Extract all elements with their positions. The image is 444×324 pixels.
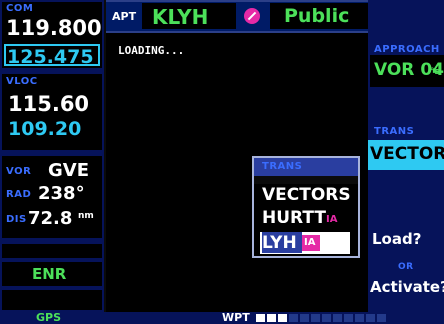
- public-airport-icon-bar: [247, 11, 257, 21]
- popup-item-selected[interactable]: LYH IA: [260, 232, 350, 254]
- transition-field[interactable]: VECTORS: [368, 140, 444, 170]
- page-segment: [355, 314, 364, 322]
- vor-identifier: GVE: [48, 160, 90, 181]
- apt-label: APT: [112, 10, 137, 23]
- blank-box-lower: [2, 290, 102, 310]
- airport-type-field: Public: [270, 3, 368, 29]
- distance-value: 72.8: [28, 208, 73, 229]
- dis-label: DIS: [6, 214, 27, 225]
- vloc-label: VLOC: [6, 76, 38, 87]
- popup-title: TRANS: [262, 161, 303, 172]
- page-segment: [300, 314, 309, 322]
- approach-field[interactable]: VOR 04 °s: [370, 55, 444, 87]
- page-segment: [377, 314, 386, 322]
- nav-mode-value: ENR: [32, 265, 67, 283]
- approach-suffix: °s: [430, 67, 440, 77]
- page-indicator: [256, 314, 396, 322]
- popup-item: LYH: [262, 233, 297, 253]
- cdi-source[interactable]: GPS: [36, 311, 61, 324]
- status-bar: GPS WPT: [0, 311, 444, 324]
- distance-unit: nm: [78, 211, 94, 221]
- activate-button[interactable]: Activate?: [370, 278, 444, 296]
- radial-value: 238°: [38, 183, 85, 204]
- load-button[interactable]: Load?: [372, 230, 421, 248]
- com-active-frequency[interactable]: 119.800: [6, 16, 102, 40]
- popup-item-tag: IA: [326, 214, 338, 225]
- vloc-active-frequency[interactable]: 115.60: [8, 92, 89, 116]
- nav-mode-box: ENR: [2, 262, 102, 286]
- com-standby-field[interactable]: 125.475: [4, 44, 100, 68]
- com-box: COM 119.800 125.475: [2, 2, 102, 68]
- wpt-label: WPT: [222, 311, 250, 324]
- airport-identifier: KLYH: [152, 5, 209, 29]
- transition-popup: TRANS VECTORS HURTT IA LYH IA: [252, 156, 360, 258]
- page-segment: [267, 314, 276, 322]
- popup-item[interactable]: VECTORS: [262, 185, 351, 205]
- com-label: COM: [6, 3, 34, 14]
- page-segment: [366, 314, 375, 322]
- page-segment: [278, 314, 287, 322]
- page-segment: [311, 314, 320, 322]
- com-standby-frequency: 125.475: [7, 46, 94, 68]
- map-loading-status: LOADING...: [118, 44, 185, 57]
- airport-header: APT KLYH Public: [106, 0, 368, 33]
- vloc-standby-frequency[interactable]: 109.20: [8, 118, 81, 140]
- vor-info-box: VOR GVE RAD 238° DIS 72.8 nm: [2, 156, 102, 238]
- vor-label: VOR: [6, 166, 32, 177]
- page-segment: [256, 314, 265, 322]
- or-label: OR: [398, 262, 414, 272]
- vloc-box: VLOC 115.60 109.20: [2, 74, 102, 150]
- approach-label: APPROACH: [374, 44, 440, 55]
- airport-identifier-field[interactable]: KLYH: [142, 3, 236, 29]
- transition-value: VECTORS: [370, 144, 444, 164]
- popup-gap: [254, 176, 358, 184]
- public-airport-icon: [244, 8, 260, 24]
- rad-label: RAD: [6, 189, 32, 200]
- page-segment: [344, 314, 353, 322]
- airport-type: Public: [284, 5, 350, 27]
- page-segment: [289, 314, 298, 322]
- page-segment: [322, 314, 331, 322]
- popup-title-bar: TRANS: [254, 158, 358, 176]
- popup-item-tag-bg: IA: [302, 235, 320, 251]
- blank-box: [2, 244, 102, 258]
- trans-label: TRANS: [374, 126, 415, 137]
- popup-item-tag: IA: [304, 237, 316, 248]
- header-divider: [106, 0, 368, 2]
- popup-item[interactable]: HURTT: [262, 208, 326, 228]
- page-segment: [333, 314, 342, 322]
